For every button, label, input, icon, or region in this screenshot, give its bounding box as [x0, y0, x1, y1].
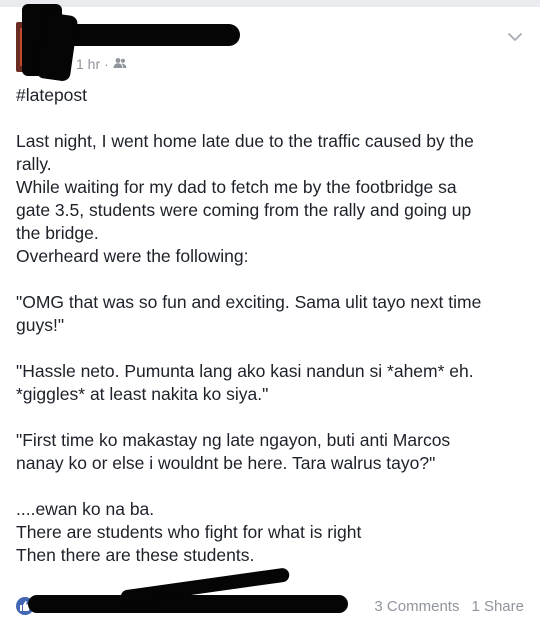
- post-text-line: [16, 337, 526, 360]
- engagement-counts: 3 Comments 1 Share: [374, 598, 524, 615]
- post-text-line: [16, 107, 526, 130]
- post-text-line: "OMG that was so fun and exciting. Sama …: [16, 292, 482, 312]
- post-text-line: [16, 406, 526, 429]
- post-text-line: "First time ko makastay ng late ngayon, …: [16, 430, 451, 450]
- post-footer: 3 Comments 1 Share: [0, 567, 540, 621]
- post-text-line: gate 3.5, students were coming from the …: [16, 200, 472, 220]
- meta-separator: ·: [104, 56, 109, 72]
- post-text-line: rally.: [16, 154, 52, 174]
- post-text-line: [16, 475, 526, 498]
- post-meta: 1 hr ·: [76, 56, 127, 72]
- post-text-line: Last night, I went home late due to the …: [16, 131, 474, 151]
- comments-count-link[interactable]: 3 Comments: [374, 598, 459, 615]
- post-text-line: nanay ko or else i wouldnt be here. Tara…: [16, 453, 436, 473]
- chevron-down-icon[interactable]: [506, 28, 524, 46]
- post-timestamp[interactable]: 1 hr: [76, 56, 100, 72]
- shares-count-link[interactable]: 1 Share: [471, 598, 524, 615]
- post-text-line: While waiting for my dad to fetch me by …: [16, 177, 457, 197]
- post-text-line: ....ewan ko na ba.: [16, 499, 155, 519]
- redaction-mark: [28, 595, 348, 613]
- post-text-line: Then there are these students.: [16, 545, 255, 565]
- top-divider: [0, 0, 540, 7]
- post-text-line: There are students who fight for what is…: [16, 522, 362, 542]
- post-text-line: Overheard were the following:: [16, 246, 249, 266]
- post-text-line: the bridge.: [16, 223, 99, 243]
- post-text-line: "Hassle neto. Pumunta lang ako kasi nand…: [16, 361, 474, 381]
- hashtag-line[interactable]: #latepost: [16, 84, 526, 107]
- post-text-line: [16, 268, 526, 291]
- post-text-line: guys!": [16, 315, 65, 335]
- friends-icon[interactable]: [113, 56, 127, 72]
- post-text-line: *giggles* at least nakita ko siya.": [16, 384, 269, 404]
- post-body: #latepost Last night, I went home late du…: [16, 84, 526, 567]
